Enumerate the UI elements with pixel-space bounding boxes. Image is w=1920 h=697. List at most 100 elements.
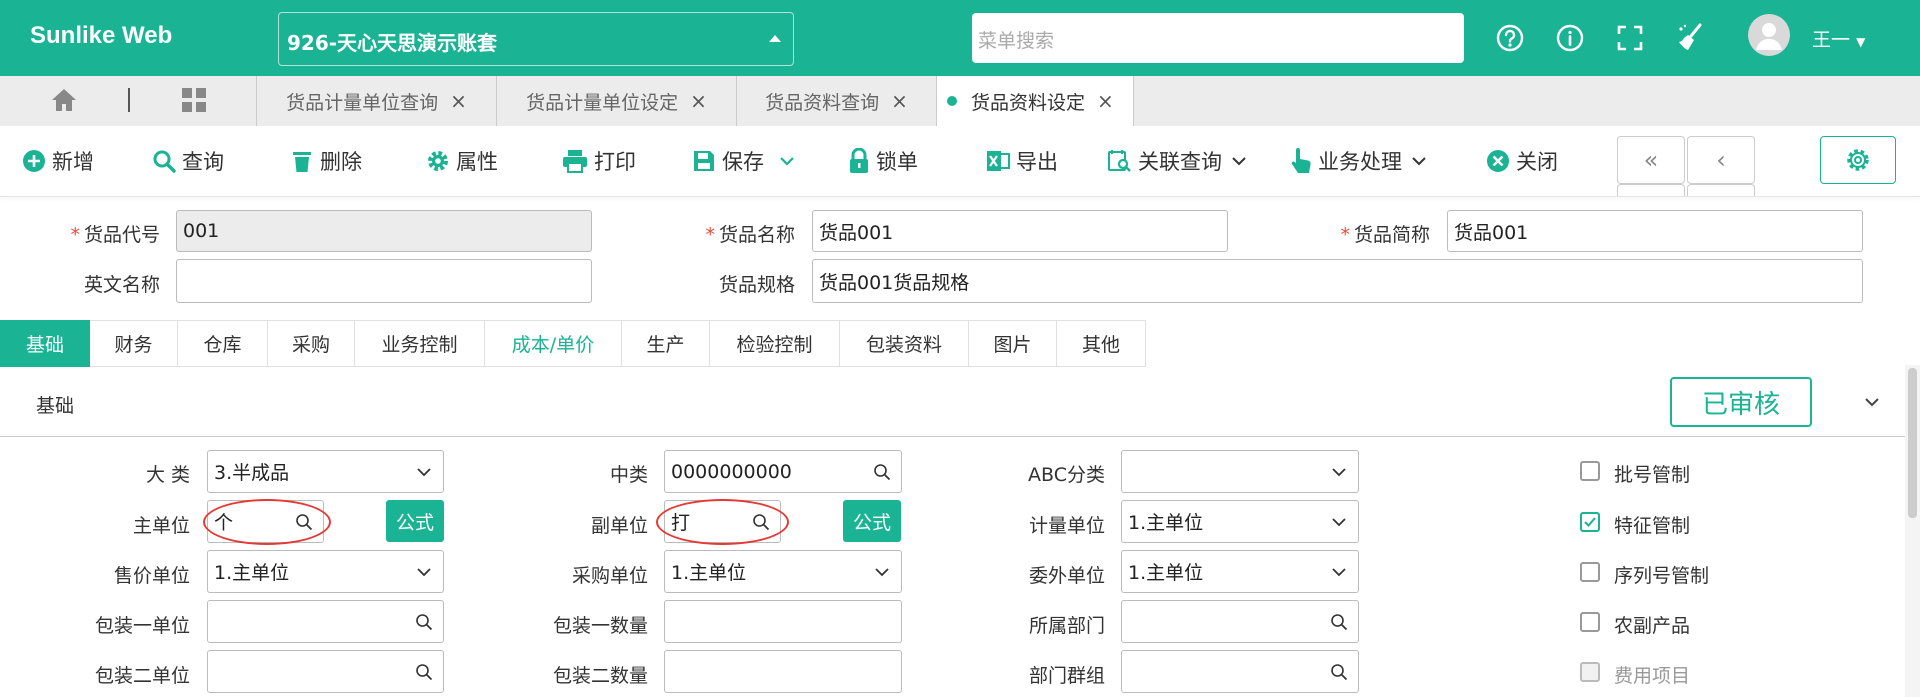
- batch-control-checkbox[interactable]: [1580, 461, 1600, 481]
- checkmark-icon: [1584, 517, 1596, 527]
- user-avatar[interactable]: [1748, 14, 1790, 56]
- pack2-unit-input[interactable]: [207, 650, 444, 693]
- mid-category-label: 中类: [609, 464, 648, 486]
- pack1-unit-input[interactable]: [207, 600, 444, 643]
- outsource-unit-select[interactable]: 1.主单位: [1121, 550, 1359, 593]
- export-button[interactable]: 导出: [986, 146, 1058, 176]
- measure-unit-select[interactable]: 1.主单位: [1121, 500, 1359, 543]
- help-icon[interactable]: [1490, 18, 1530, 58]
- item-code-label: * 货品代号: [70, 224, 160, 246]
- user-menu[interactable]: 王一 ▼: [1812, 25, 1865, 52]
- menu-search-input[interactable]: 菜单搜索: [972, 13, 1464, 63]
- mid-category-input[interactable]: 0000000000: [664, 450, 902, 493]
- first-record-button[interactable]: «: [1617, 136, 1685, 184]
- lock-button[interactable]: 锁单: [848, 146, 918, 176]
- new-button[interactable]: 新增: [22, 146, 94, 176]
- gear-icon: [428, 151, 448, 171]
- scrollbar-thumb[interactable]: [1908, 368, 1917, 518]
- chevron-down-icon: [1232, 157, 1246, 166]
- pack2-qty-input[interactable]: [664, 650, 902, 693]
- subtab-images[interactable]: 图片: [969, 320, 1057, 367]
- annotation-ellipse: [203, 499, 331, 545]
- category-select[interactable]: 3.半成品: [207, 450, 444, 493]
- app-grid-icon[interactable]: [180, 86, 208, 118]
- properties-button[interactable]: 属性: [426, 146, 498, 176]
- subtab-inspection[interactable]: 检验控制: [710, 320, 840, 367]
- subtab-cost-price[interactable]: 成本/单价: [485, 320, 622, 367]
- subtab-production[interactable]: 生产: [622, 320, 710, 367]
- tab-item-setup[interactable]: 货品资料设定 ×: [936, 76, 1134, 126]
- item-spec-input[interactable]: 货品001货品规格: [812, 259, 1863, 303]
- home-icon[interactable]: [50, 86, 78, 118]
- user-name: 王一: [1812, 29, 1851, 51]
- search-icon[interactable]: [1330, 613, 1348, 631]
- subtab-packaging[interactable]: 包装资料: [840, 320, 969, 367]
- business-process-button[interactable]: 业务处理: [1290, 146, 1434, 176]
- search-icon[interactable]: [415, 613, 433, 631]
- save-label: 保存: [722, 150, 764, 174]
- close-icon[interactable]: ×: [1097, 89, 1114, 113]
- item-short-name-input[interactable]: 货品001: [1447, 210, 1863, 252]
- subtab-purchase[interactable]: 采购: [268, 320, 355, 367]
- next-record-button[interactable]: [1617, 184, 1685, 196]
- close-button[interactable]: 关闭: [1486, 146, 1558, 176]
- subtab-other[interactable]: 其他: [1057, 320, 1146, 367]
- subtab-basic[interactable]: 基础: [0, 320, 90, 367]
- expense-item-label: 费用项目: [1614, 665, 1691, 687]
- sub-unit-formula-button[interactable]: 公式: [843, 500, 901, 542]
- settings-gear-icon: [1847, 149, 1869, 171]
- search-placeholder: 菜单搜索: [978, 30, 1055, 52]
- hand-pointer-icon: [1291, 148, 1311, 173]
- related-query-button[interactable]: 关联查询: [1108, 146, 1254, 176]
- close-icon[interactable]: ×: [891, 89, 908, 113]
- tab-unit-setup[interactable]: 货品计量单位设定 ×: [496, 76, 736, 126]
- serial-control-checkbox[interactable]: [1580, 562, 1600, 582]
- prev-record-button[interactable]: ‹: [1687, 136, 1755, 184]
- fullscreen-icon[interactable]: [1610, 18, 1650, 58]
- subtab-finance[interactable]: 财务: [90, 320, 178, 367]
- main-unit-formula-button[interactable]: 公式: [386, 500, 444, 542]
- query-button[interactable]: 查询: [152, 146, 224, 176]
- pack1-qty-input[interactable]: [664, 600, 902, 643]
- tab-divider: [128, 88, 130, 112]
- tab-unit-query[interactable]: 货品计量单位查询 ×: [256, 76, 496, 126]
- agri-product-checkbox[interactable]: [1580, 612, 1600, 632]
- last-record-button[interactable]: [1687, 184, 1755, 196]
- subtab-warehouse[interactable]: 仓库: [178, 320, 268, 367]
- account-selector[interactable]: 926-天心天思演示账套: [278, 12, 794, 66]
- feature-control-checkbox[interactable]: [1580, 512, 1600, 532]
- info-icon[interactable]: [1550, 18, 1590, 58]
- excel-icon: [987, 151, 1010, 171]
- search-icon[interactable]: [1330, 663, 1348, 681]
- account-name: 926-天心天思演示账套: [287, 31, 498, 55]
- dept-group-input[interactable]: [1121, 650, 1359, 693]
- item-name-input[interactable]: 货品001: [812, 210, 1228, 252]
- save-button[interactable]: 保存: [692, 146, 802, 176]
- expense-item-checkbox: [1580, 662, 1600, 682]
- chevron-down-icon: [417, 567, 431, 576]
- dept-input[interactable]: [1121, 600, 1359, 643]
- search-icon[interactable]: [415, 663, 433, 681]
- clear-cache-broom-icon[interactable]: [1670, 18, 1710, 58]
- search-icon[interactable]: [873, 463, 891, 481]
- subtab-business-control[interactable]: 业务控制: [355, 320, 485, 367]
- print-button[interactable]: 打印: [562, 146, 636, 176]
- collapse-chevron-icon[interactable]: [1862, 392, 1882, 416]
- item-code-input[interactable]: 001: [176, 210, 592, 252]
- sub-unit-label: 副单位: [590, 515, 648, 537]
- printer-icon: [563, 150, 587, 173]
- pack1-unit-label: 包装一单位: [94, 615, 190, 637]
- pack2-qty-label: 包装二数量: [552, 665, 648, 687]
- chevron-down-icon[interactable]: [778, 152, 796, 170]
- delete-button[interactable]: 删除: [290, 146, 362, 176]
- close-icon[interactable]: ×: [450, 89, 467, 113]
- settings-button[interactable]: [1820, 136, 1896, 184]
- tab-item-query[interactable]: 货品资料查询 ×: [736, 76, 936, 126]
- chevron-down-icon: [1332, 517, 1346, 526]
- close-icon[interactable]: ×: [690, 89, 707, 113]
- sale-unit-select[interactable]: 1.主单位: [207, 550, 444, 593]
- purchase-unit-select[interactable]: 1.主单位: [664, 550, 902, 593]
- abc-category-select[interactable]: [1121, 450, 1359, 493]
- english-name-input[interactable]: [176, 259, 592, 303]
- annotation-ellipse: [656, 499, 789, 545]
